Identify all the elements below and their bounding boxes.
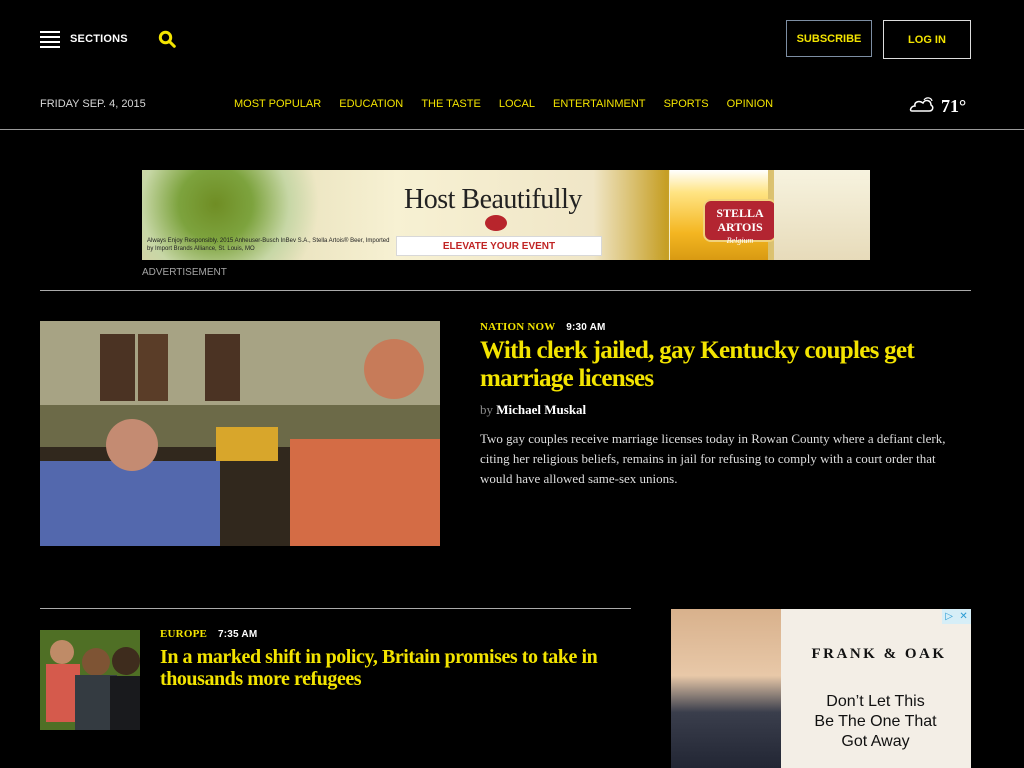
nav-link-most-popular[interactable]: MOST POPULAR bbox=[234, 98, 321, 110]
login-button[interactable]: LOG IN bbox=[883, 20, 971, 59]
second-story-meta: EUROPE 7:35 AM bbox=[160, 628, 257, 640]
brand-line-1: STELLA bbox=[716, 206, 764, 220]
lead-story-time: 9:30 AM bbox=[566, 322, 606, 333]
ad-choices-icon[interactable]: ▷ bbox=[945, 611, 953, 622]
brand-subtitle: Belgium bbox=[726, 236, 754, 245]
second-story-time: 7:35 AM bbox=[218, 629, 258, 640]
sections-label[interactable]: SECTIONS bbox=[70, 33, 128, 45]
navigation-bar: FRIDAY SEP. 4, 2015 MOST POPULAR EDUCATI… bbox=[0, 78, 1024, 130]
side-ad-copy-line-2: Be The One That bbox=[814, 713, 937, 730]
lead-story-photo[interactable] bbox=[40, 321, 440, 546]
current-date: FRIDAY SEP. 4, 2015 bbox=[40, 98, 146, 110]
partly-cloudy-icon bbox=[909, 97, 934, 112]
nav-link-entertainment[interactable]: ENTERTAINMENT bbox=[553, 98, 646, 110]
advertisement-banner[interactable]: Always Enjoy Responsibly. 2015 Anheuser-… bbox=[142, 170, 870, 260]
lead-story-title[interactable]: With clerk jailed, gay Kentucky couples … bbox=[480, 337, 970, 393]
side-ad-copy: Don’t Let This Be The One That Got Away bbox=[794, 692, 957, 752]
subscribe-button[interactable]: SUBSCRIBE bbox=[786, 20, 872, 57]
weather-widget[interactable]: 71° bbox=[906, 95, 976, 116]
menu-icon[interactable] bbox=[40, 31, 60, 48]
ad-disclaimer: Always Enjoy Responsibly. 2015 Anheuser-… bbox=[147, 238, 390, 252]
ad-background-right bbox=[774, 170, 870, 260]
top-bar: SECTIONS SUBSCRIBE LOG IN bbox=[0, 0, 1024, 78]
author-link[interactable]: Michael Muskal bbox=[496, 402, 586, 417]
byline-prefix: by bbox=[480, 402, 493, 417]
stella-artois-badge: STELLA ARTOIS Belgium bbox=[703, 199, 777, 245]
nav-link-local[interactable]: LOCAL bbox=[499, 98, 535, 110]
brand-line-2: ARTOIS bbox=[717, 220, 763, 234]
lead-story-meta: NATION NOW 9:30 AM bbox=[480, 321, 606, 333]
close-icon[interactable]: ✕ bbox=[959, 611, 967, 622]
second-story-title[interactable]: In a marked shift in policy, Britain pro… bbox=[160, 646, 630, 690]
search-icon[interactable] bbox=[158, 30, 176, 48]
frank-and-oak-logo: FRANK & OAK bbox=[811, 646, 947, 662]
ad-controls[interactable]: ▷ ✕ bbox=[942, 609, 971, 624]
section-divider bbox=[40, 290, 971, 291]
lead-story-summary: Two gay couples receive marriage license… bbox=[480, 431, 946, 486]
ad-headline: Host Beautifully bbox=[404, 184, 582, 215]
nav-link-opinion[interactable]: OPINION bbox=[727, 98, 773, 110]
ad-cta-button[interactable]: ELEVATE YOUR EVENT bbox=[396, 236, 602, 256]
advertisement-label: ADVERTISEMENT bbox=[142, 267, 227, 278]
sidebar-advertisement[interactable]: ▷ ✕ FRANK & OAK Don’t Let This Be The On… bbox=[671, 609, 971, 768]
nav-link-education[interactable]: EDUCATION bbox=[339, 98, 403, 110]
nav-link-sports[interactable]: SPORTS bbox=[664, 98, 709, 110]
temperature: 71° bbox=[941, 96, 967, 116]
main-navigation: MOST POPULAR EDUCATION THE TASTE LOCAL E… bbox=[234, 98, 788, 110]
side-ad-copy-line-1: Don’t Let This bbox=[826, 693, 925, 710]
stella-logo-icon bbox=[485, 215, 507, 231]
side-ad-copy-line-3: Got Away bbox=[841, 733, 910, 750]
second-story-thumbnail[interactable] bbox=[40, 630, 140, 730]
lead-story-byline: by Michael Muskal bbox=[480, 402, 586, 418]
model-photo bbox=[671, 609, 781, 768]
lead-story-section[interactable]: NATION NOW bbox=[480, 321, 555, 333]
nav-link-the-taste[interactable]: THE TASTE bbox=[421, 98, 481, 110]
second-story-section[interactable]: EUROPE bbox=[160, 628, 207, 640]
section-divider-secondary bbox=[40, 608, 631, 609]
